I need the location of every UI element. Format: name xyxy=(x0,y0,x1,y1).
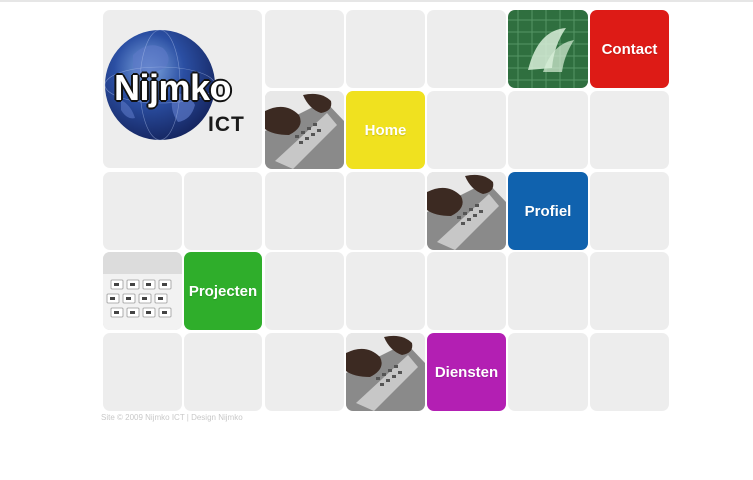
empty-tile xyxy=(590,252,669,330)
empty-tile xyxy=(265,252,344,330)
contact-button[interactable]: Contact xyxy=(590,10,669,88)
diensten-button[interactable]: Diensten xyxy=(427,333,506,411)
empty-tile xyxy=(346,10,425,88)
empty-tile xyxy=(427,10,506,88)
footer-text: Site © 2009 Nijmko ICT | Design Nijmko xyxy=(101,413,243,422)
projecten-label: Projecten xyxy=(188,282,258,300)
logo-name: Nijmko xyxy=(114,67,232,108)
top-border xyxy=(0,0,753,2)
projecten-button[interactable]: Projecten xyxy=(184,252,262,330)
empty-tile xyxy=(103,333,182,411)
site-logo[interactable]: Nijmko ICT xyxy=(103,10,262,168)
empty-tile xyxy=(103,172,182,250)
empty-tile xyxy=(184,172,262,250)
empty-tile xyxy=(265,10,344,88)
empty-tile xyxy=(508,333,588,411)
empty-tile xyxy=(427,91,506,169)
profiel-label: Profiel xyxy=(524,202,572,220)
home-button[interactable]: Home xyxy=(346,91,425,169)
empty-tile xyxy=(265,172,344,250)
logo-suffix: ICT xyxy=(208,113,245,136)
empty-tile xyxy=(508,252,588,330)
empty-tile xyxy=(590,172,669,250)
laptop-typing-icon xyxy=(427,172,506,250)
laptop-photo xyxy=(346,333,425,411)
laptop-photo xyxy=(265,91,344,169)
empty-tile xyxy=(508,91,588,169)
empty-tile xyxy=(427,252,506,330)
laptop-typing-icon xyxy=(265,91,344,169)
laptop-photo xyxy=(427,172,506,250)
empty-tile xyxy=(590,333,669,411)
keyboard-keys-icon xyxy=(103,252,182,330)
home-label: Home xyxy=(364,121,407,139)
contact-label: Contact xyxy=(601,40,658,58)
empty-tile xyxy=(590,91,669,169)
diensten-label: Diensten xyxy=(434,363,499,381)
decor-photo xyxy=(508,10,588,88)
empty-tile xyxy=(184,333,262,411)
empty-tile xyxy=(346,172,425,250)
empty-tile xyxy=(265,333,344,411)
empty-tile xyxy=(346,252,425,330)
keyboard-photo xyxy=(103,252,182,330)
profiel-button[interactable]: Profiel xyxy=(508,172,588,250)
green-circuit-icon xyxy=(508,10,588,88)
laptop-typing-icon xyxy=(346,333,425,411)
